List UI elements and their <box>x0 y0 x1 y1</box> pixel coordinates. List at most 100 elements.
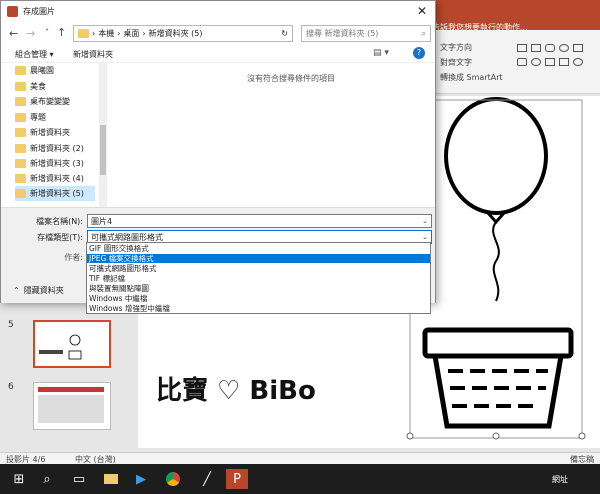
filetype-option-highlighted[interactable]: JPEG 檔案交換格式 <box>87 254 430 263</box>
filetype-option[interactable]: 可攜式網路圖形格式 <box>87 264 430 273</box>
folder-icon <box>15 66 26 75</box>
pen-icon[interactable]: ╱ <box>196 469 218 489</box>
tree-folder-item[interactable]: 桌布變變變 <box>15 94 95 109</box>
tree-folder-item-selected[interactable]: 新增資料夾 (5) <box>15 186 95 201</box>
refresh-icon[interactable]: ↻ <box>281 29 292 38</box>
shapes-gallery[interactable] <box>515 42 597 82</box>
filename-value: 圖片4 <box>91 216 113 226</box>
tree-folder-item[interactable]: 專題 <box>15 110 95 125</box>
breadcrumb-item[interactable]: 本機 <box>98 28 114 39</box>
breadcrumb-separator: › <box>92 29 96 38</box>
up-arrow-icon[interactable]: ↑ <box>57 26 66 39</box>
align-text-button[interactable]: 對齊文字 <box>440 57 472 68</box>
convert-smartart-button[interactable]: 轉換成 SmartArt <box>440 72 503 83</box>
search-icon[interactable]: ⌕ <box>36 469 58 489</box>
powerpoint-icon[interactable]: P <box>226 469 248 489</box>
slide-thumbnail-pane: 5 6 <box>0 300 130 452</box>
triangle-shape-icon[interactable] <box>545 58 555 66</box>
media-player-icon[interactable]: ▶ <box>130 469 152 489</box>
help-icon[interactable]: ? <box>413 47 425 59</box>
empty-results-message: 沒有符合搜尋條件的項目 <box>247 74 335 83</box>
search-icon: ⌕ <box>421 28 426 38</box>
balloon-icon <box>444 97 548 215</box>
author-label: 作者: <box>64 253 83 262</box>
network-label[interactable]: 網址 <box>552 474 568 485</box>
text-direction-button[interactable]: 文字方向 <box>440 42 472 53</box>
oval-shape-icon[interactable] <box>531 58 541 66</box>
filetype-option[interactable]: TIF 標記檔 <box>87 274 430 283</box>
search-box[interactable]: 搜尋 新增資料夾 (5) ⌕ <box>301 25 431 42</box>
close-icon[interactable]: ✕ <box>417 4 427 18</box>
filetype-value: 可攜式網路圖形格式 <box>91 232 163 242</box>
tree-folder-label: 新增資料夾 (2) <box>30 144 84 153</box>
tree-scrollbar-thumb[interactable] <box>100 125 106 175</box>
arrow-shape-icon[interactable] <box>517 58 527 66</box>
tree-folder-label: 美食 <box>30 82 46 91</box>
folder-icon <box>15 82 26 91</box>
filetype-option[interactable]: 與裝置無關點陣圖 <box>87 284 430 293</box>
hide-folders-label: 隱藏資料夾 <box>23 286 64 295</box>
breadcrumb-item[interactable]: 新增資料夾 (5) <box>149 28 203 39</box>
folder-icon <box>15 97 26 106</box>
rectangle-shape-icon[interactable] <box>531 44 541 52</box>
address-bar[interactable]: › 本機 › 桌面 › 新增資料夾 (5) ↻ <box>73 25 293 42</box>
back-arrow-icon[interactable]: ← <box>9 27 18 40</box>
filetype-option[interactable]: Windows 增強型中繼檔 <box>87 304 430 313</box>
rounded-rect-shape-icon[interactable] <box>545 44 555 52</box>
organize-button[interactable]: 組合管理 ▾ <box>15 49 54 60</box>
file-explorer-icon[interactable] <box>100 469 122 489</box>
taskbar: ⊞ ⌕ ▭ ▶ ╱ P 網址 <box>0 464 600 494</box>
tree-folder-label: 桌布變變變 <box>30 97 70 106</box>
folder-icon <box>15 189 26 198</box>
filetype-dropdown-list: GIF 圖形交換格式 JPEG 檔案交換格式 可攜式網路圖形格式 TIF 標記檔… <box>86 242 431 314</box>
task-view-icon[interactable]: ▭ <box>68 469 90 489</box>
new-folder-button[interactable]: 新增資料夾 <box>73 49 113 60</box>
filetype-option[interactable]: Windows 中繼檔 <box>87 294 430 303</box>
breadcrumb-item[interactable]: 桌面 <box>123 28 139 39</box>
folder-icon <box>15 159 26 168</box>
filetype-label: 存檔類型(T): <box>37 233 83 242</box>
view-options-icon[interactable]: ▤ ▾ <box>373 48 389 58</box>
chevron-down-icon[interactable]: ⌄ <box>422 233 428 241</box>
forward-arrow-icon[interactable]: → <box>26 27 35 40</box>
tree-folder-label: 新增資料夾 <box>30 128 70 137</box>
filename-label: 檔案名稱(N): <box>36 217 83 226</box>
tree-folder-item[interactable]: 新增資料夾 (2) <box>15 141 95 156</box>
thumbnail-preview <box>39 334 82 360</box>
slide-thumbnail[interactable] <box>33 320 111 368</box>
filename-input[interactable]: 圖片4 ⌄ <box>87 214 432 228</box>
folder-icon <box>15 128 26 137</box>
powerpoint-icon <box>7 6 18 17</box>
thumbnail-number: 6 <box>8 382 14 392</box>
dialog-title: 存成圖片 <box>23 7 55 16</box>
folder-icon <box>15 144 26 153</box>
tree-folder-item[interactable]: 新增資料夾 (3) <box>15 156 95 171</box>
dialog-toolbar: 組合管理 ▾ 新增資料夾 ▤ ▾ ? <box>1 45 435 63</box>
tree-folder-label: 新增資料夾 (5) <box>30 189 84 198</box>
tree-folder-item[interactable]: 新增資料夾 <box>15 125 95 140</box>
rectangle-shape-icon[interactable] <box>517 44 527 52</box>
slide-thumbnail[interactable] <box>33 382 111 430</box>
brace-shape-icon[interactable] <box>559 58 569 66</box>
tree-folder-item[interactable]: 新增資料夾 (4) <box>15 171 95 186</box>
chrome-icon[interactable] <box>162 469 184 489</box>
hide-folders-button[interactable]: ⌃ 隱藏資料夾 <box>13 285 64 296</box>
folder-icon <box>78 29 89 38</box>
tree-folder-item[interactable]: 晨曦園 <box>15 63 95 78</box>
chevron-up-icon: ⌃ <box>13 286 20 295</box>
chevron-down-icon[interactable]: ⌄ <box>422 217 428 225</box>
tree-folder-label: 專題 <box>30 113 46 122</box>
folder-tree: 晨曦園 美食 桌布變變變 專題 新增資料夾 新增資料夾 (2) 新增資料夾 (3… <box>1 63 107 207</box>
tree-folder-label: 新增資料夾 (4) <box>30 174 84 183</box>
rectangle-shape-icon[interactable] <box>573 44 583 52</box>
thumbnail-number: 5 <box>8 320 14 330</box>
star-shape-icon[interactable] <box>573 58 583 66</box>
filetype-option[interactable]: GIF 圖形交換格式 <box>87 244 430 253</box>
breadcrumb-separator: › <box>117 29 121 38</box>
windows-start-icon[interactable]: ⊞ <box>8 469 30 489</box>
tree-folder-item[interactable]: 美食 <box>15 79 95 94</box>
dialog-titlebar: 存成圖片 ✕ <box>1 1 435 23</box>
thumbnail-preview <box>38 387 104 423</box>
recent-dropdown-icon[interactable]: ˅ <box>45 28 49 37</box>
oval-shape-icon[interactable] <box>559 44 569 52</box>
